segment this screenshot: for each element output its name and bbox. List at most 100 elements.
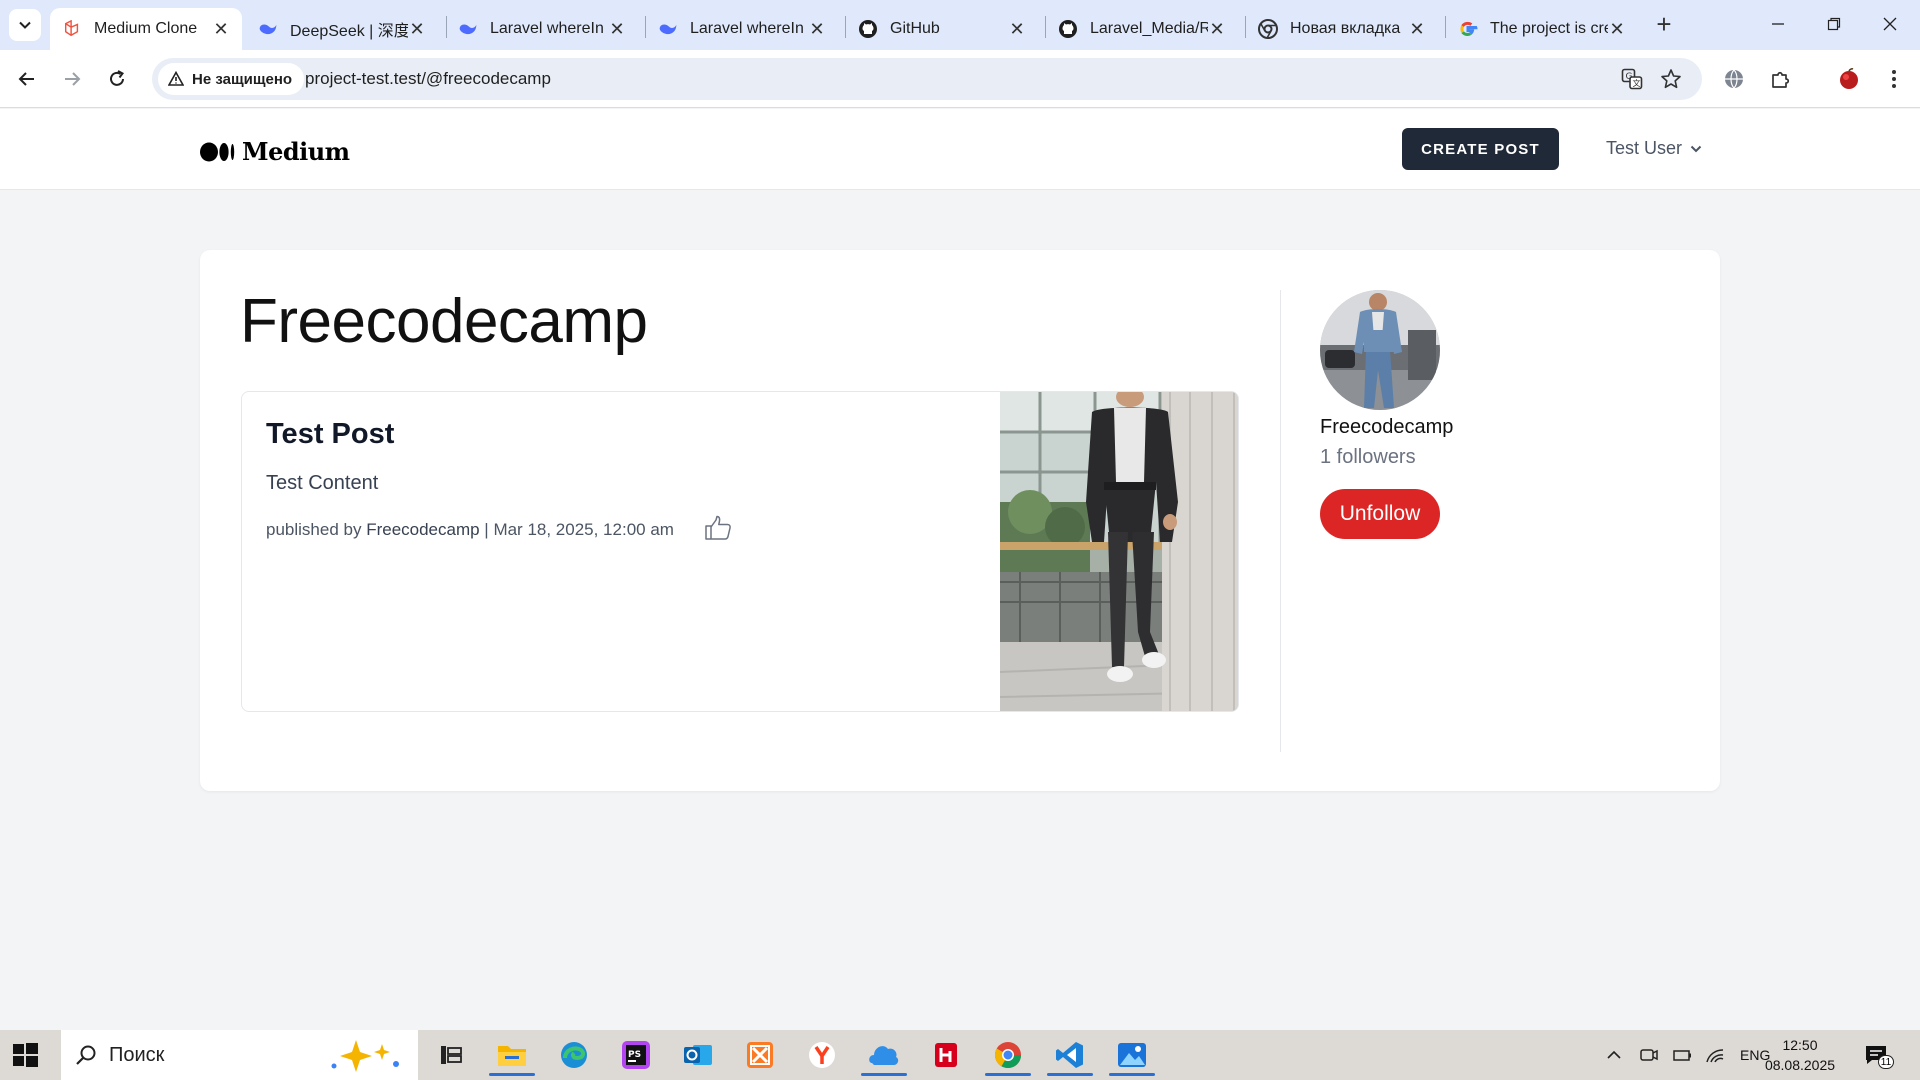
close-window-button[interactable]	[1862, 4, 1918, 44]
github-icon	[858, 19, 878, 39]
tab-title: Новая вкладка	[1290, 20, 1401, 37]
windows-start-icon[interactable]	[10, 1040, 40, 1070]
browser-menu-icon[interactable]	[1878, 63, 1910, 95]
post-cover-image[interactable]	[999, 392, 1238, 711]
vscode-icon[interactable]	[1047, 1034, 1093, 1076]
translate-icon[interactable]: G文	[1619, 66, 1645, 92]
laravel-icon	[62, 19, 82, 39]
chevron-down-icon	[19, 21, 31, 29]
task-view-icon[interactable]	[428, 1034, 474, 1076]
battery-icon[interactable]	[1672, 1048, 1692, 1062]
deepseek-icon	[258, 19, 278, 39]
url-text[interactable]: project-test.test/@freecodecamp	[305, 69, 551, 89]
post-card[interactable]: Test Post Test Content published by Free…	[241, 391, 1239, 712]
svg-text:PS: PS	[628, 1050, 641, 1060]
tab-new-tab[interactable]: Новая вкладка ✕	[1246, 8, 1438, 50]
running-indicator	[1109, 1073, 1155, 1076]
google-icon	[1458, 19, 1478, 39]
notification-badge: 11	[1878, 1055, 1894, 1069]
tab-search-button[interactable]	[9, 9, 41, 41]
sidebar-divider	[1280, 290, 1281, 752]
post-meta: published by Freecodecamp | Mar 18, 2025…	[266, 520, 674, 540]
close-tab-icon[interactable]: ✕	[808, 19, 826, 39]
restore-button[interactable]	[1806, 4, 1862, 44]
restore-icon	[1827, 17, 1841, 31]
close-tab-icon[interactable]: ✕	[1408, 19, 1426, 39]
close-tab-icon[interactable]: ✕	[1008, 19, 1026, 39]
globe-extension-icon[interactable]	[1718, 63, 1750, 95]
file-explorer-icon[interactable]	[489, 1034, 535, 1076]
tab-title: Laravel_Media/R	[1090, 20, 1208, 37]
site-navbar: Medium CREATE POST Test User	[0, 109, 1920, 190]
outlook-icon[interactable]	[675, 1034, 721, 1076]
headhunter-icon[interactable]	[923, 1034, 969, 1076]
logo-text: Medium	[242, 137, 350, 166]
phpstorm-icon[interactable]: PS	[613, 1034, 659, 1076]
tab-laravel-wherein-1[interactable]: Laravel whereIn ✕	[446, 8, 638, 50]
avatar[interactable]	[1320, 290, 1440, 410]
close-tab-icon[interactable]: ✕	[1608, 19, 1626, 39]
tab-github[interactable]: GitHub ✕	[846, 8, 1038, 50]
address-bar[interactable]: Не защищено project-test.test/@freecodec…	[152, 58, 1702, 100]
tab-deepseek[interactable]: DeepSeek | 深度 ✕	[246, 8, 438, 50]
close-tab-icon[interactable]: ✕	[1208, 19, 1226, 39]
new-tab-button[interactable]: +	[1650, 9, 1678, 39]
camera-icon[interactable]	[1640, 1047, 1658, 1063]
system-clock[interactable]: 12:50 08.08.2025	[1760, 1035, 1840, 1075]
taskbar-search-input[interactable]: Поиск	[61, 1030, 418, 1080]
close-tab-icon[interactable]: ✕	[212, 19, 230, 39]
notification-center[interactable]: 11	[1864, 1030, 1894, 1080]
clock-date: 08.08.2025	[1764, 1057, 1836, 1073]
reload-button[interactable]	[101, 63, 133, 95]
tab-laravel-media[interactable]: Laravel_Media/R ✕	[1046, 8, 1238, 50]
photos-app-icon[interactable]	[1109, 1034, 1155, 1076]
svg-text:文: 文	[1633, 78, 1641, 88]
tab-title: Laravel whereIn	[690, 20, 804, 37]
forward-button[interactable]	[56, 63, 88, 95]
xampp-icon[interactable]	[737, 1034, 783, 1076]
cloud-app-icon[interactable]	[861, 1034, 907, 1076]
running-indicator	[985, 1073, 1031, 1076]
browser-tab-strip: Medium Clone ✕ DeepSeek | 深度 ✕ Laravel w…	[0, 0, 1920, 50]
running-indicator	[489, 1073, 535, 1076]
close-tab-icon[interactable]: ✕	[608, 19, 626, 39]
chrome-taskbar-icon[interactable]	[985, 1034, 1031, 1076]
deepseek-icon	[458, 19, 478, 39]
user-dropdown[interactable]: Test User	[1606, 138, 1702, 159]
post-title[interactable]: Test Post	[266, 418, 394, 451]
thumbs-up-icon	[705, 515, 731, 540]
system-tray: ENG	[1606, 1030, 1770, 1080]
wifi-icon[interactable]	[1706, 1047, 1724, 1063]
tab-title: The project is cre	[1490, 20, 1608, 37]
unfollow-button[interactable]: Unfollow	[1320, 489, 1440, 539]
minimize-button[interactable]	[1750, 4, 1806, 44]
meta-prefix: published by	[266, 520, 367, 539]
profile-name: Freecodecamp	[1320, 416, 1454, 438]
tab-google[interactable]: The project is cre ✕	[1446, 8, 1638, 50]
post-date: | Mar 18, 2025, 12:00 am	[479, 520, 674, 539]
running-indicator	[861, 1073, 907, 1076]
security-label: Не защищено	[192, 70, 293, 88]
tab-laravel-wherein-2[interactable]: Laravel whereIn ✕	[646, 8, 838, 50]
chevron-up-icon[interactable]	[1606, 1050, 1622, 1060]
search-icon	[75, 1044, 97, 1066]
followers-count: 1 followers	[1320, 446, 1416, 468]
tab-medium-clone[interactable]: Medium Clone ✕	[50, 8, 242, 50]
back-button[interactable]	[11, 63, 43, 95]
minimize-icon	[1772, 23, 1784, 25]
post-author-link[interactable]: Freecodecamp	[366, 520, 479, 539]
medium-logo-icon	[200, 141, 240, 163]
bookmark-star-icon[interactable]	[1658, 66, 1684, 92]
extensions-puzzle-icon[interactable]	[1765, 63, 1797, 95]
security-indicator[interactable]: Не защищено	[158, 63, 305, 95]
copilot-sparkle-icon	[328, 1038, 408, 1077]
profile-avatar-icon[interactable]	[1833, 63, 1865, 95]
close-tab-icon[interactable]: ✕	[408, 19, 426, 39]
post-content: Test Content	[266, 472, 379, 494]
like-button[interactable]	[702, 512, 734, 544]
yandex-browser-icon[interactable]	[799, 1034, 845, 1076]
medium-logo[interactable]: Medium	[200, 137, 350, 166]
edge-browser-icon[interactable]	[551, 1034, 597, 1076]
notification-icon: 11	[1864, 1043, 1894, 1069]
create-post-button[interactable]: CREATE POST	[1402, 128, 1559, 170]
